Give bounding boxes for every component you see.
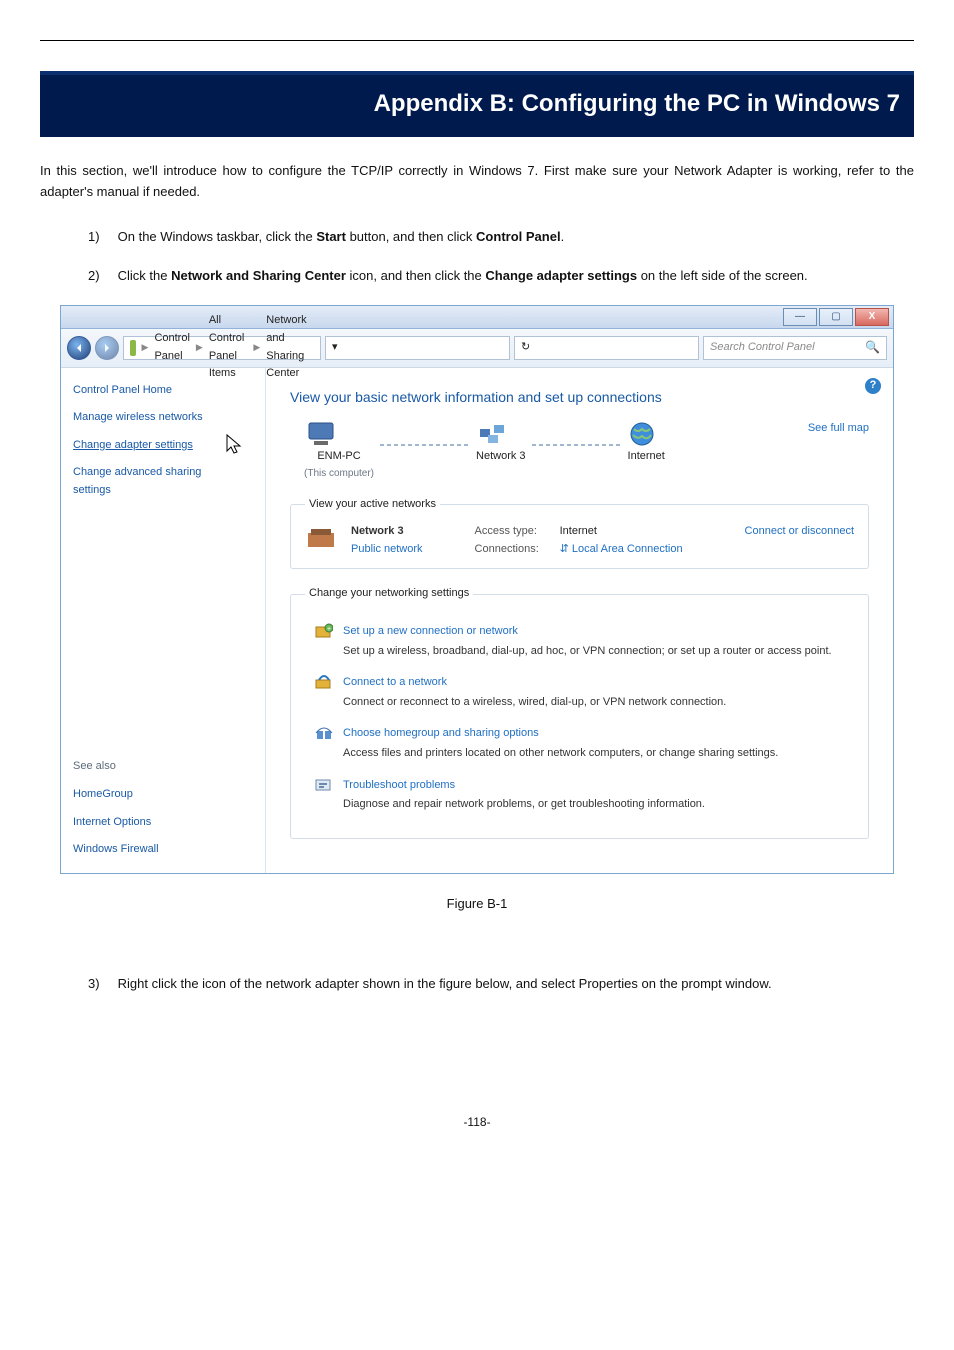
svg-text:+: + [327, 626, 331, 633]
change-adapter-settings-link[interactable]: Change adapter settings [73, 437, 253, 455]
internet-options-link[interactable]: Internet Options [73, 814, 253, 832]
setup-connection-item[interactable]: + Set up a new connection or network Set… [315, 623, 854, 660]
network-line-icon [380, 444, 470, 446]
appendix-banner: Appendix B: Configuring the PC in Window… [40, 71, 914, 137]
breadcrumb-dropdown[interactable]: ▾ [325, 336, 510, 360]
change-settings-group: Change your networking settings + Set up… [290, 585, 869, 838]
change-settings-legend: Change your networking settings [305, 585, 473, 603]
nav-back-button[interactable] [67, 336, 91, 360]
window-titlebar: — ▢ X [61, 306, 893, 329]
step-3-text: Right click the icon of the network adap… [118, 976, 772, 991]
arrow-right-icon [102, 343, 112, 353]
mouse-cursor-icon [225, 433, 243, 455]
control-panel-home-link[interactable]: Control Panel Home [73, 382, 253, 400]
connect-network-heading: Connect to a network [343, 674, 726, 692]
troubleshoot-icon [315, 777, 333, 795]
step-1-bold-2: Control Panel [476, 229, 561, 244]
step-3: 3) Right click the icon of the network a… [88, 974, 914, 995]
step-2-number: 2) [88, 266, 114, 287]
breadcrumb-control-panel[interactable]: Control Panel [154, 330, 189, 365]
main-content-panel: ? View your basic network information an… [266, 368, 893, 873]
connect-or-disconnect-link[interactable]: Connect or disconnect [745, 523, 854, 541]
this-computer-node: ENM-PC (This computer) [304, 420, 374, 482]
connect-network-icon [315, 674, 333, 692]
homegroup-icon [315, 725, 333, 743]
search-input[interactable]: Search Control Panel 🔍 [703, 336, 887, 360]
step-2-bold-2: Change adapter settings [485, 268, 637, 283]
maximize-button[interactable]: ▢ [819, 308, 853, 326]
breadcrumb-refresh-button[interactable]: ↻ [514, 336, 699, 360]
active-network-name: Network 3 [351, 523, 423, 541]
help-button[interactable]: ? [865, 378, 881, 394]
network-name-label: Network 3 [476, 448, 526, 466]
step-1-text-c: . [561, 229, 565, 244]
setup-connection-desc: Set up a wireless, broadband, dial-up, a… [343, 643, 832, 661]
arrow-left-icon [74, 343, 84, 353]
active-networks-groupbox: View your active networks Connect or dis… [290, 496, 869, 570]
active-networks-legend: View your active networks [305, 496, 440, 514]
network-map-row: ENM-PC (This computer) Network 3 [304, 420, 869, 482]
figure-b1-screenshot: — ▢ X ▶ Control Panel ▶ All Control Pane… [60, 305, 894, 874]
minimize-button[interactable]: — [783, 308, 817, 326]
step-1-text-b: button, and then click [346, 229, 476, 244]
network-icon [476, 420, 510, 448]
figure-caption: Figure B-1 [40, 894, 914, 915]
this-computer-label: (This computer) [304, 466, 374, 482]
public-network-link[interactable]: Public network [351, 541, 423, 559]
computer-icon [304, 420, 338, 448]
page-heading: View your basic network information and … [290, 386, 869, 408]
breadcrumb-field[interactable]: ▶ Control Panel ▶ All Control Panel Item… [123, 336, 321, 360]
step-1-bold-1: Start [316, 229, 346, 244]
setup-connection-icon: + [315, 623, 333, 641]
connections-label: Connections: [475, 541, 557, 559]
search-icon: 🔍 [865, 338, 880, 357]
see-also-label: See also [73, 758, 253, 776]
homegroup-desc: Access files and printers located on oth… [343, 745, 778, 763]
breadcrumb-arrow-icon: ▶ [196, 340, 203, 354]
step-2-bold-1: Network and Sharing Center [171, 268, 346, 283]
internet-node: Internet [628, 420, 665, 466]
manage-wireless-networks-link[interactable]: Manage wireless networks [73, 409, 253, 427]
access-type-label: Access type: [475, 523, 557, 541]
step-2-text-a: Click the [118, 268, 171, 283]
step-1-number: 1) [88, 227, 114, 248]
active-network-icon [305, 523, 339, 553]
troubleshoot-item[interactable]: Troubleshoot problems Diagnose and repai… [315, 777, 854, 814]
connect-network-desc: Connect or reconnect to a wireless, wire… [343, 694, 726, 712]
step-3-number: 3) [88, 974, 114, 995]
nav-forward-button[interactable] [95, 336, 119, 360]
network-line-icon [532, 444, 622, 446]
step-2: 2) Click the Network and Sharing Center … [88, 266, 914, 287]
step-2-text-c: on the left side of the screen. [637, 268, 808, 283]
search-placeholder: Search Control Panel [710, 339, 815, 357]
intro-paragraph: In this section, we'll introduce how to … [40, 161, 914, 203]
breadcrumb-arrow-icon: ▶ [142, 340, 149, 354]
homegroup-link[interactable]: HomeGroup [73, 786, 253, 804]
left-nav-panel: Control Panel Home Manage wireless netwo… [61, 368, 266, 873]
step-1-text-a: On the Windows taskbar, click the [118, 229, 317, 244]
troubleshoot-heading: Troubleshoot problems [343, 777, 705, 795]
internet-label: Internet [628, 448, 665, 466]
homegroup-item[interactable]: Choose homegroup and sharing options Acc… [315, 725, 854, 762]
see-full-map-link[interactable]: See full map [808, 420, 869, 438]
computer-name-label: ENM-PC [304, 448, 374, 466]
step-1: 1) On the Windows taskbar, click the Sta… [88, 227, 914, 248]
breadcrumb-arrow-icon: ▶ [253, 340, 260, 354]
explorer-address-bar: ▶ Control Panel ▶ All Control Panel Item… [61, 329, 893, 368]
troubleshoot-desc: Diagnose and repair network problems, or… [343, 796, 705, 814]
access-type-value: Internet [560, 525, 597, 537]
local-area-connection-link[interactable]: Local Area Connection [572, 543, 683, 555]
close-button[interactable]: X [855, 308, 889, 326]
step-2-text-b: icon, and then click the [346, 268, 485, 283]
homegroup-heading: Choose homegroup and sharing options [343, 725, 778, 743]
network-node: Network 3 [476, 420, 526, 466]
globe-icon [628, 420, 656, 448]
change-advanced-sharing-link[interactable]: Change advanced sharing settings [73, 464, 253, 499]
control-panel-icon [130, 340, 136, 356]
setup-connection-heading: Set up a new connection or network [343, 623, 832, 641]
page-number: -118- [0, 1113, 954, 1132]
connect-network-item[interactable]: Connect to a network Connect or reconnec… [315, 674, 854, 711]
windows-firewall-link[interactable]: Windows Firewall [73, 841, 253, 859]
page-top-rule [40, 40, 914, 41]
